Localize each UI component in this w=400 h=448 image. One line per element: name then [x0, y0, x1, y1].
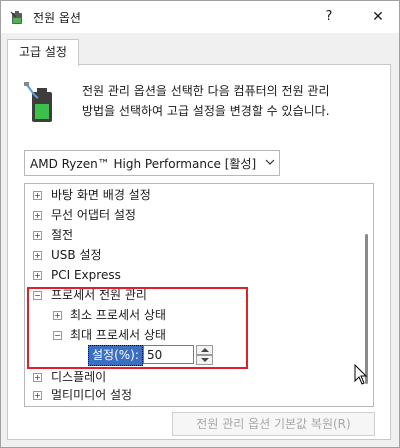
description-text: 전원 관리 옵션을 선택한 다음 컴퓨터의 전원 관리 방법을 선택하여 고급 …	[82, 81, 382, 121]
processor-state-input[interactable]: 50	[143, 345, 194, 364]
spin-down-button[interactable]	[196, 355, 213, 365]
arrow-down-icon	[201, 358, 209, 362]
tree-item-label: 무선 어댑터 설정	[51, 208, 136, 222]
tree-item[interactable]: + PCI Express	[25, 265, 365, 285]
tree-item-label: 최대 프로세서 상태	[70, 328, 166, 342]
tree-item-label: PCI Express	[51, 268, 121, 282]
tree-item[interactable]: + 무선 어댑터 설정	[25, 205, 365, 225]
power-plan-dropdown[interactable]: AMD Ryzen™ High Performance [활성]	[24, 150, 280, 176]
expand-icon[interactable]: +	[33, 271, 42, 280]
description-line-2: 방법을 선택하여 고급 설정을 변경할 수 있습니다.	[82, 104, 330, 118]
battery-plug-icon	[24, 82, 52, 122]
expand-icon[interactable]: +	[33, 231, 42, 240]
chevron-down-icon	[265, 159, 275, 165]
settings-tree[interactable]: + 바탕 화면 배경 설정 + 무선 어댑터 설정 + 절전 + USB 설정 …	[24, 183, 374, 407]
collapse-icon[interactable]: −	[33, 291, 42, 300]
help-button[interactable]: ?	[319, 6, 339, 28]
expand-icon[interactable]: +	[33, 391, 42, 400]
tree-item[interactable]: + 디스플레이	[25, 367, 365, 387]
window-title: 전원 옵션	[33, 11, 81, 25]
expand-icon[interactable]: +	[33, 373, 42, 382]
tab-advanced-settings[interactable]: 고급 설정	[7, 39, 79, 66]
tree-item[interactable]: + 바탕 화면 배경 설정	[25, 185, 365, 205]
collapse-icon[interactable]: −	[53, 331, 62, 340]
tree-item[interactable]: + USB 설정	[25, 245, 365, 265]
arrow-up-icon	[201, 348, 209, 352]
tree-item[interactable]: − 최대 프로세서 상태	[25, 325, 365, 345]
tree-item-label: 디스플레이	[51, 370, 107, 384]
expand-icon[interactable]: +	[53, 311, 62, 320]
tree-item-label: 바탕 화면 배경 설정	[51, 188, 151, 202]
tree-item-label: 절전	[51, 228, 74, 242]
scrollbar-thumb[interactable]	[365, 234, 368, 384]
tree-item-label: USB 설정	[51, 248, 102, 262]
mouse-cursor-icon	[354, 364, 368, 385]
power-plan-selected: AMD Ryzen™ High Performance [활성]	[30, 157, 257, 171]
tree-item[interactable]: + 절전	[25, 225, 365, 245]
tree-item-label: 최소 프로세서 상태	[70, 308, 166, 322]
close-button[interactable]: ✕	[367, 6, 389, 28]
tree-item[interactable]: − 프로세서 전원 관리	[25, 285, 365, 305]
restore-defaults-button[interactable]: 전원 관리 옵션 기본값 복원(R)	[172, 412, 375, 436]
tree-item-label: 멀티미디어 설정	[51, 388, 133, 402]
tree-item-label: 프로세서 전원 관리	[51, 288, 147, 302]
expand-icon[interactable]: +	[33, 251, 42, 260]
tree-item[interactable]: + 멀티미디어 설정	[25, 385, 365, 405]
power-battery-icon	[10, 11, 22, 24]
expand-icon[interactable]: +	[33, 191, 42, 200]
spin-up-button[interactable]	[196, 345, 213, 355]
setting-percent-label: 설정(%):	[88, 345, 143, 366]
tree-item[interactable]: + 최소 프로세서 상태	[25, 305, 365, 325]
description-line-1: 전원 관리 옵션을 선택한 다음 컴퓨터의 전원 관리	[82, 84, 330, 98]
expand-icon[interactable]: +	[33, 211, 42, 220]
title-bar: 전원 옵션 ? ✕	[1, 1, 399, 33]
